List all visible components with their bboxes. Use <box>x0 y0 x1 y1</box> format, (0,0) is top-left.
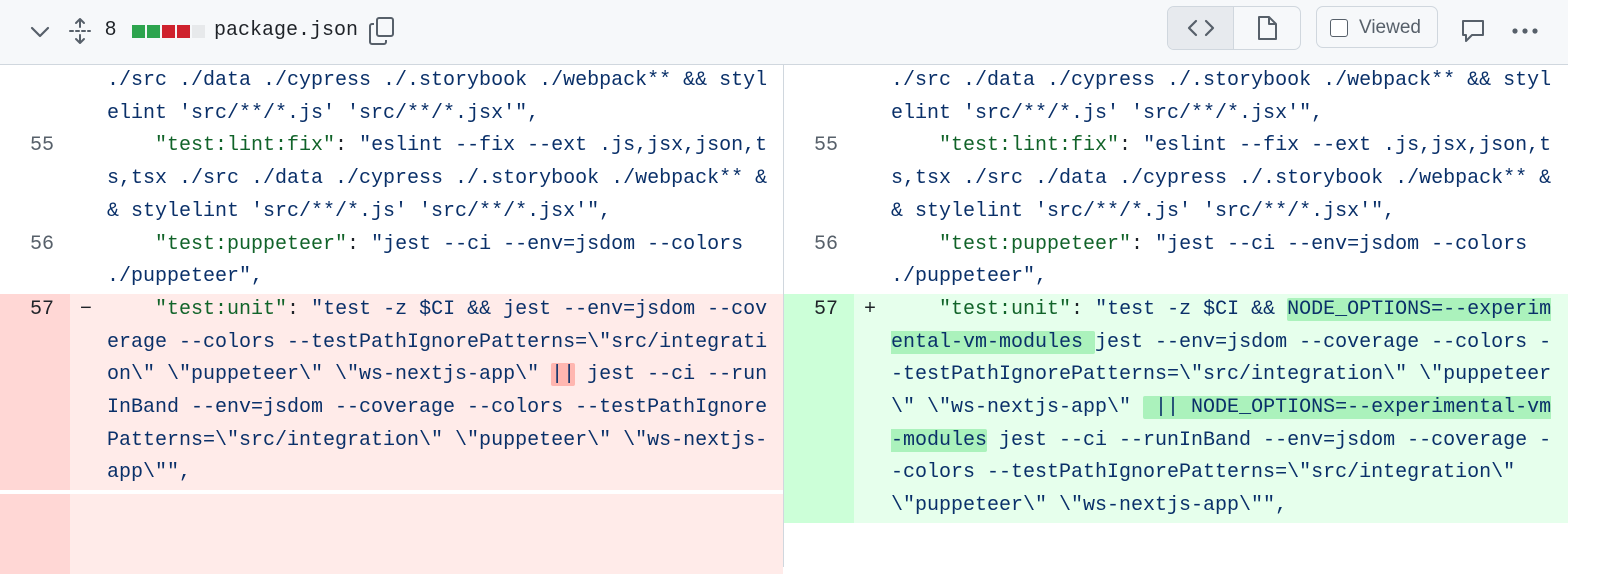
file-icon <box>1258 16 1277 40</box>
viewed-checkbox[interactable] <box>1330 19 1348 37</box>
json-sep: : <box>287 297 312 321</box>
json-key: "test:lint:fix" <box>155 134 336 158</box>
comment-icon[interactable] <box>1460 18 1486 44</box>
json-sep: : <box>335 134 360 158</box>
view-toggle <box>1167 6 1301 50</box>
json-key: "test:unit" <box>939 297 1072 321</box>
line-number[interactable]: 57 <box>0 293 70 491</box>
diffstat-bar <box>132 25 205 39</box>
code-view-button[interactable] <box>1168 7 1234 49</box>
line-number[interactable]: 57 <box>784 293 854 523</box>
code-icon <box>1187 19 1215 37</box>
page-edge <box>1568 0 1600 567</box>
json-sep: : <box>1071 297 1096 321</box>
line-number <box>0 65 70 130</box>
line-number <box>784 65 854 130</box>
line-number[interactable]: 56 <box>784 229 854 294</box>
chevron-down-icon[interactable] <box>29 22 51 42</box>
code-line: ./src ./data ./cypress ./.storybook ./we… <box>107 65 772 130</box>
line-number[interactable]: 56 <box>0 229 70 294</box>
deletion-gutter-fill <box>0 494 70 574</box>
file-header: 8 package.json Viewed <box>0 0 1598 65</box>
diff-row-context: ./src ./data ./cypress ./.storybook ./we… <box>0 65 783 130</box>
kebab-horizontal-icon[interactable] <box>1511 26 1539 36</box>
changes-count: 8 <box>105 18 117 40</box>
code-line: "test:unit": "test -z $CI && jest --env=… <box>107 294 772 490</box>
diff-row-deletion: 57 − "test:unit": "test -z $CI && jest -… <box>0 293 783 491</box>
diff-right-pane: ./src ./data ./cypress ./.storybook ./we… <box>784 65 1568 567</box>
json-key: "test:puppeteer" <box>155 232 348 256</box>
deleted-highlight: || <box>551 363 576 387</box>
file-name[interactable]: package.json <box>214 19 358 42</box>
diffstat-block <box>147 25 160 38</box>
deletion-marker: − <box>80 297 93 321</box>
line-number[interactable]: 55 <box>0 130 70 228</box>
diffstat-block <box>192 25 205 38</box>
viewed-label: Viewed <box>1359 17 1421 38</box>
diff-row-addition: 57 + "test:unit": "test -z $CI && NODE_O… <box>784 293 1568 523</box>
diff-row-context: 55 "test:lint:fix": "eslint --fix --ext … <box>0 130 783 228</box>
code-line: "test:puppeteer": "jest --ci --env=jsdom… <box>107 229 772 294</box>
json-key: "test:puppeteer" <box>939 232 1132 256</box>
deletion-fill <box>0 494 783 574</box>
code-text: ./src ./data ./cypress ./.storybook ./we… <box>107 69 768 125</box>
code-text: ./src ./data ./cypress ./.storybook ./we… <box>891 69 1552 125</box>
addition-marker: + <box>864 297 877 321</box>
viewed-toggle[interactable]: Viewed <box>1316 6 1438 48</box>
code-line: ./src ./data ./cypress ./.storybook ./we… <box>891 65 1557 130</box>
json-value: "test -z $CI && <box>1095 297 1288 321</box>
diff-left-pane: ./src ./data ./cypress ./.storybook ./we… <box>0 65 783 567</box>
code-line: "test:lint:fix": "eslint --fix --ext .js… <box>891 130 1557 228</box>
code-line: "test:puppeteer": "jest --ci --env=jsdom… <box>891 229 1557 294</box>
json-key: "test:lint:fix" <box>939 134 1120 158</box>
diff-row-context: 56 "test:puppeteer": "jest --ci --env=js… <box>0 229 783 294</box>
diffstat-block <box>177 25 190 38</box>
code-line: "test:lint:fix": "eslint --fix --ext .js… <box>107 130 772 228</box>
json-sep: : <box>1131 232 1156 256</box>
diff-row-context: 55 "test:lint:fix": "eslint --fix --ext … <box>784 130 1568 228</box>
json-sep: : <box>347 232 372 256</box>
diff-row-context: ./src ./data ./cypress ./.storybook ./we… <box>784 65 1568 130</box>
fold-expand-icon[interactable] <box>68 17 92 45</box>
code-line: "test:unit": "test -z $CI && NODE_OPTION… <box>891 294 1557 523</box>
json-value: jest --ci --runInBand --env=jsdom --cove… <box>891 428 1552 518</box>
diff-row-context: 56 "test:puppeteer": "jest --ci --env=js… <box>784 229 1568 294</box>
diffstat-block <box>132 25 145 38</box>
line-number[interactable]: 55 <box>784 130 854 228</box>
diffstat-block <box>162 25 175 38</box>
file-view-button[interactable] <box>1234 7 1299 49</box>
json-key: "test:unit" <box>155 297 288 321</box>
json-sep: : <box>1119 134 1144 158</box>
copy-icon[interactable] <box>368 16 396 46</box>
